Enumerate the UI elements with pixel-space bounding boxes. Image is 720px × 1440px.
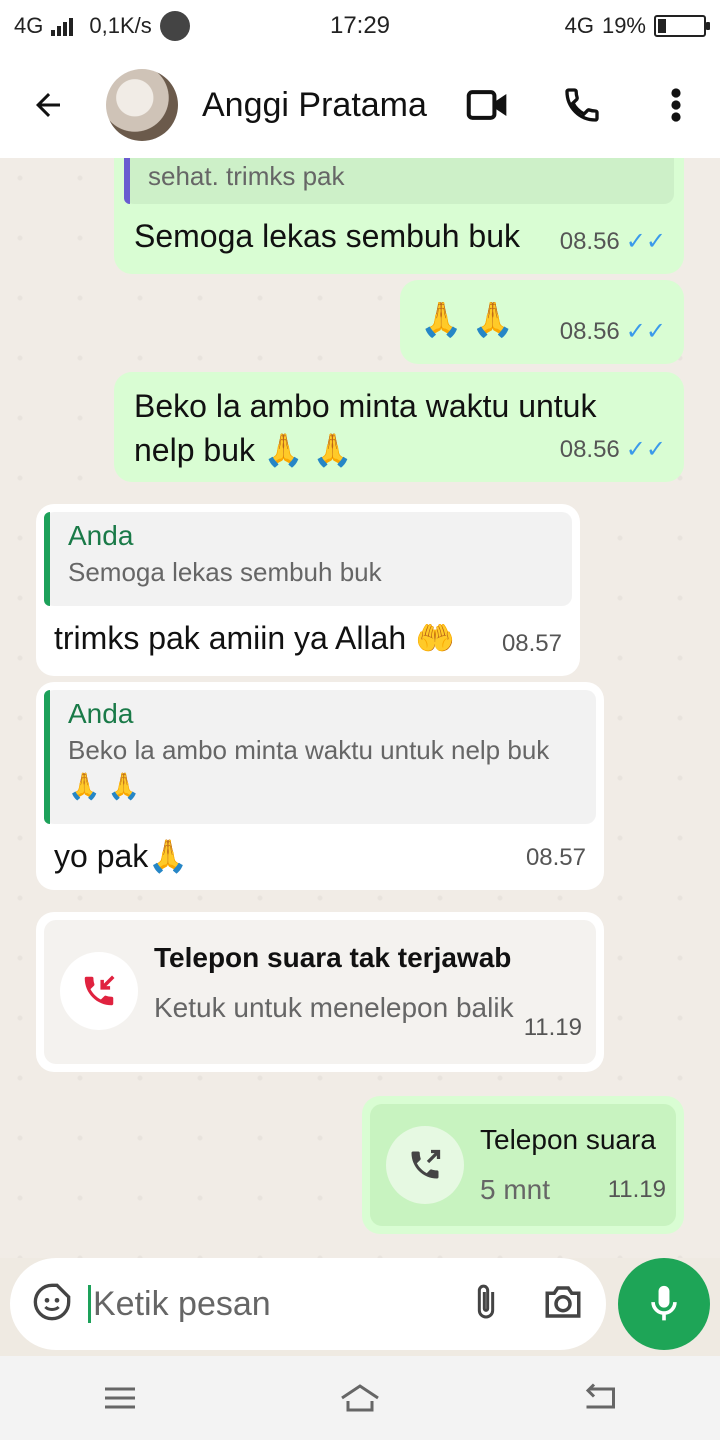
quoted-message[interactable]: Anda Semoga lekas sembuh buk: [44, 512, 572, 606]
call-title: Telepon suara tak terjawab: [154, 942, 512, 973]
call-title: Telepon suara: [480, 1124, 656, 1155]
message-text: yo pak🙏: [54, 838, 189, 874]
back-arrow-icon[interactable]: [20, 77, 76, 133]
message-time: 11.19: [523, 1014, 582, 1041]
microphone-button[interactable]: [618, 1258, 710, 1350]
status-bar: 4G 0,1K/s 17:29 4G 19%: [0, 0, 720, 52]
network-type: 4G: [14, 13, 44, 38]
message-time: 08.57: [525, 844, 586, 871]
message-text: trimks pak amiin ya Allah 🤲: [54, 620, 455, 656]
back-nav-icon[interactable]: [570, 1378, 630, 1418]
message-list[interactable]: sehat. trimks pak Semoga lekas sembuh bu…: [0, 158, 720, 1258]
message-bubble-outgoing[interactable]: sehat. trimks pak Semoga lekas sembuh bu…: [114, 158, 684, 274]
quoted-message[interactable]: sehat. trimks pak: [124, 158, 674, 204]
contact-avatar[interactable]: [106, 69, 178, 141]
video-call-icon[interactable]: [464, 81, 512, 129]
outgoing-call-icon: [386, 1126, 464, 1204]
quoted-message[interactable]: Anda Beko la ambo minta waktu untuk nelp…: [44, 690, 596, 824]
message-meta: 08.56 ✓✓: [560, 220, 666, 264]
battery-icon: [654, 15, 710, 37]
message-bubble-outgoing[interactable]: Beko la ambo minta waktu untuk nelp buk …: [114, 372, 684, 482]
compose-bar: Ketik pesan: [0, 1252, 720, 1356]
call-subtitle: Ketuk untuk menelepon balik: [154, 992, 514, 1023]
read-ticks-icon: ✓✓: [625, 436, 666, 463]
microphone-icon: [651, 1285, 677, 1321]
message-bubble-outgoing[interactable]: 🙏 🙏 08.56 ✓✓: [400, 280, 684, 364]
battery-percent: 19%: [601, 13, 646, 38]
missed-call-card[interactable]: Telepon suara tak terjawab Ketuk untuk m…: [44, 920, 596, 1064]
read-ticks-icon: ✓✓: [625, 228, 666, 255]
message-bubble-incoming[interactable]: Anda Semoga lekas sembuh buk trimks pak …: [36, 504, 580, 676]
missed-call-icon: [60, 952, 138, 1030]
menu-icon[interactable]: [90, 1378, 150, 1418]
camera-icon[interactable]: [542, 1284, 584, 1325]
network-speed: 0,1K/s: [89, 13, 152, 38]
message-time: 08.57: [501, 630, 562, 657]
message-time: 11.19: [607, 1176, 666, 1203]
read-ticks-icon: ✓✓: [625, 318, 666, 345]
quoted-author: Anda: [68, 698, 134, 729]
quoted-text: sehat. trimks pak: [148, 161, 345, 191]
voice-call-card[interactable]: Telepon suara 5 mnt 11.19: [370, 1104, 676, 1226]
voice-call-bubble[interactable]: Telepon suara 5 mnt 11.19: [362, 1096, 684, 1234]
message-meta: 08.56 ✓✓: [560, 310, 666, 354]
home-icon[interactable]: [330, 1378, 390, 1418]
quoted-author: Anda: [68, 520, 134, 551]
quoted-text: Beko la ambo minta waktu untuk nelp buk …: [68, 735, 550, 801]
message-time: 08.56: [559, 436, 620, 463]
chat-header: Anggi Pratama: [0, 52, 720, 158]
network-type-right: 4G: [564, 13, 594, 38]
message-meta: 08.57: [526, 836, 586, 880]
message-input[interactable]: Ketik pesan: [10, 1258, 606, 1350]
contact-name[interactable]: Anggi Pratama: [202, 86, 452, 125]
app-notification-icon: [159, 11, 190, 41]
voice-call-icon[interactable]: [558, 81, 606, 129]
signal-icon: [51, 16, 74, 36]
message-meta: 11.19: [524, 1006, 582, 1050]
message-bubble-incoming[interactable]: Anda Beko la ambo minta waktu untuk nelp…: [36, 682, 604, 890]
text-cursor: [88, 1285, 91, 1323]
missed-call-bubble[interactable]: Telepon suara tak terjawab Ketuk untuk m…: [36, 912, 604, 1072]
message-meta: 08.56 ✓✓: [560, 428, 666, 472]
system-nav-bar: [0, 1356, 720, 1440]
message-time: 08.56: [559, 318, 620, 345]
attach-icon[interactable]: [470, 1282, 502, 1327]
more-options-icon[interactable]: [652, 81, 700, 129]
message-meta: 08.57: [502, 622, 562, 666]
message-placeholder: Ketik pesan: [93, 1284, 271, 1323]
sticker-icon[interactable]: [32, 1282, 72, 1327]
quoted-text: Semoga lekas sembuh buk: [68, 557, 382, 587]
message-meta: 11.19: [608, 1168, 666, 1212]
message-time: 08.56: [559, 228, 620, 255]
